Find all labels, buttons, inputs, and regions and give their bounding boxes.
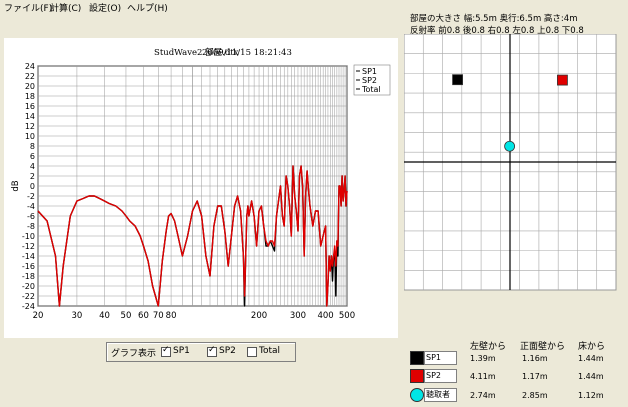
- x-tick-label: 70: [153, 311, 164, 321]
- menu-file[interactable]: ファイル(F): [4, 1, 52, 14]
- y-axis-label: dB: [11, 180, 21, 191]
- x-tick-label: 50: [121, 311, 132, 321]
- legend-entry-total: Total: [361, 85, 381, 94]
- y-tick-label: -12: [22, 242, 35, 251]
- total-checkbox[interactable]: [247, 347, 257, 357]
- y-tick-label: 18: [25, 92, 35, 101]
- frequency-response-panel: StudWave2 部屋.dtx 2009/11/15 18:21:43 24 22 2…: [4, 38, 398, 338]
- sp1-marker: [452, 74, 463, 86]
- y-tick-label: 16: [25, 102, 35, 111]
- chart-timestamp: 2009/11/15 18:21:43: [202, 48, 292, 58]
- sp2-swatch: [410, 369, 424, 383]
- y-tick-label: -10: [22, 232, 35, 241]
- sp2-left-wall: 4.11m: [470, 372, 496, 381]
- sp1-left-wall: 1.39m: [470, 354, 496, 363]
- listener-front-wall: 2.85m: [522, 391, 548, 400]
- y-tick-label: 2: [30, 172, 35, 181]
- sp2-checkbox-label: SP2: [219, 346, 236, 356]
- sp2-marker: [557, 74, 568, 86]
- x-tick-label: 30: [72, 311, 83, 321]
- sp1-front-wall: 1.16m: [522, 354, 548, 363]
- listener-left-wall: 2.74m: [470, 391, 496, 400]
- frequency-response-chart: StudWave2 部屋.dtx2009/11/15 18:21:4324222…: [11, 47, 391, 321]
- y-tick-label: -22: [22, 292, 35, 301]
- sp2-name-field[interactable]: SP2: [424, 369, 457, 383]
- y-tick-label: 4: [30, 162, 35, 171]
- legend-entry-sp2: SP2: [362, 76, 377, 85]
- y-tick-label: -2: [27, 192, 35, 201]
- room-layout-view: [404, 34, 617, 291]
- chart-legend: SP1SP2Total: [353, 64, 391, 96]
- graph-display-options: グラフ表示 SP1 SP2 Total: [106, 342, 296, 362]
- y-tick-label: 12: [25, 122, 35, 131]
- sp2-checkbox[interactable]: [207, 345, 217, 357]
- listener-marker: [504, 140, 516, 152]
- menu-settings[interactable]: 設定(O): [89, 1, 121, 14]
- sp1-checkbox-label: SP1: [173, 346, 190, 356]
- y-tick-label: -18: [22, 272, 35, 281]
- y-tick-label: -24: [22, 302, 35, 311]
- y-tick-label: 24: [25, 62, 35, 71]
- sp1-name-field[interactable]: SP1: [424, 351, 457, 365]
- x-tick-label: 300: [290, 311, 306, 321]
- legend-entry-sp1: SP1: [362, 67, 377, 76]
- y-tick-label: 6: [30, 152, 35, 161]
- y-tick-label: 0: [30, 182, 35, 191]
- x-tick-label: 20: [33, 311, 44, 321]
- listener-name-field[interactable]: 聴取者: [424, 388, 457, 402]
- total-checkbox-label: Total: [259, 346, 281, 356]
- sp2-floor: 1.44m: [578, 372, 604, 381]
- graph-display-label: グラフ表示: [111, 349, 157, 359]
- y-tick-label: -20: [22, 282, 35, 291]
- y-tick-label: -16: [22, 262, 35, 271]
- y-tick-label: -14: [22, 252, 35, 261]
- col-front-wall: 正面壁から: [520, 342, 566, 352]
- y-tick-label: 20: [25, 82, 35, 91]
- listener-swatch-circle: [410, 388, 424, 402]
- room-size-text: 部屋の大きさ 幅:5.5m 奥行:6.5m 高さ:4m: [410, 14, 578, 24]
- y-tick-label: 14: [25, 112, 35, 121]
- x-tick-label: 500: [339, 311, 355, 321]
- sp2-front-wall: 1.17m: [522, 372, 548, 381]
- y-tick-label: -6: [27, 212, 35, 221]
- menu-help[interactable]: ヘルプ(H): [127, 1, 168, 14]
- sp1-floor: 1.44m: [578, 354, 604, 363]
- y-tick-label: -4: [27, 202, 35, 211]
- col-left-wall: 左壁から: [470, 342, 507, 352]
- y-tick-label: -8: [27, 222, 35, 231]
- y-tick-label: 22: [25, 72, 35, 81]
- listener-floor: 1.12m: [578, 391, 604, 400]
- x-tick-label: 60: [138, 311, 149, 321]
- menu-calc[interactable]: 計算(C): [50, 1, 81, 14]
- x-tick-label: 80: [166, 311, 177, 321]
- sp1-checkbox[interactable]: [161, 345, 171, 357]
- x-tick-label: 400: [317, 311, 333, 321]
- x-tick-label: 200: [251, 311, 267, 321]
- x-tick-label: 40: [99, 311, 110, 321]
- col-floor: 床から: [578, 342, 606, 352]
- y-tick-label: 10: [25, 132, 35, 141]
- sp1-swatch: [410, 351, 424, 365]
- y-tick-label: 8: [30, 142, 35, 151]
